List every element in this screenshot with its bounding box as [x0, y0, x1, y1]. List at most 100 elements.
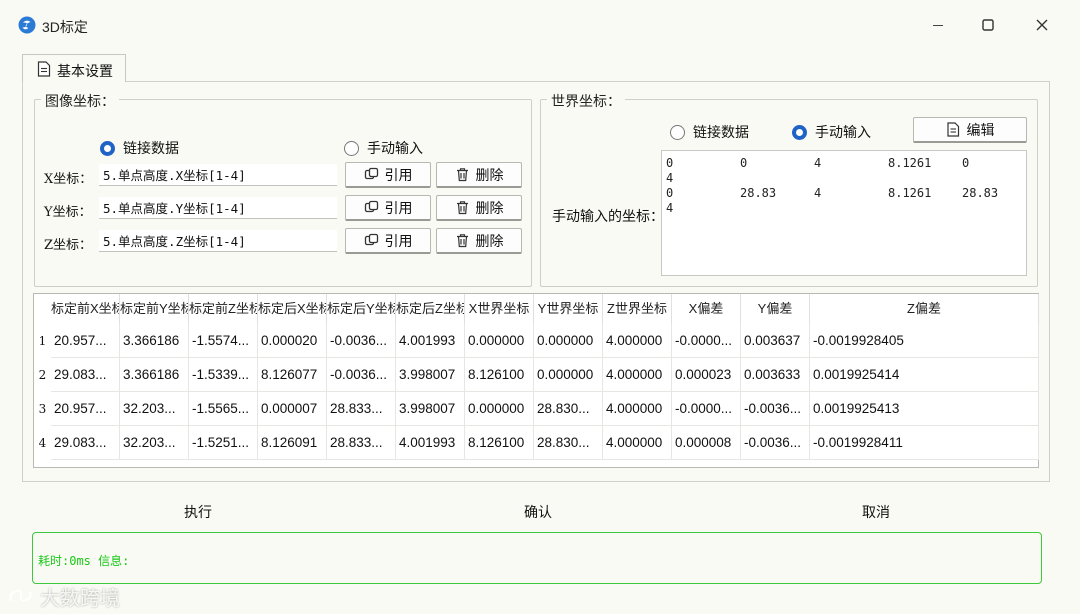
watermark-text: 大数跨境 — [40, 588, 120, 610]
row-header[interactable]: 1 — [34, 324, 51, 358]
results-table[interactable]: 标定前X坐标 标定前Y坐标 标定前Z坐标 标定后X坐标 标定后Y坐标 标定后Z坐标 X世界坐… — [33, 293, 1039, 468]
column-header[interactable]: 标定前Y坐标 — [120, 294, 189, 324]
table-cell[interactable]: 3.998007 — [396, 392, 465, 426]
confirm-button[interactable]: 确认 — [524, 502, 552, 522]
table-cell[interactable]: 4.000000 — [603, 426, 672, 460]
column-header[interactable]: Z世界坐标 — [603, 294, 672, 324]
copy-link-icon — [364, 200, 378, 213]
y-delete-button[interactable]: 删除 — [436, 195, 522, 221]
radio-label: 手动输入 — [367, 140, 423, 156]
table-cell[interactable]: -0.0036... — [327, 324, 396, 358]
table-cell[interactable]: 28.830... — [534, 392, 603, 426]
column-header[interactable]: 标定前X坐标 — [51, 294, 120, 324]
row-header[interactable]: 3 — [34, 392, 51, 426]
table-cell[interactable]: 3.998007 — [396, 358, 465, 392]
table-cell[interactable]: -1.5251... — [189, 426, 258, 460]
x-ref-button[interactable]: 引用 — [345, 162, 431, 188]
table-cell[interactable]: 8.126100 — [465, 358, 534, 392]
table-cell[interactable]: 8.126100 — [465, 426, 534, 460]
x-delete-button[interactable]: 删除 — [436, 162, 522, 188]
image-radio-link[interactable]: 链接数据 — [100, 138, 179, 158]
table-cell[interactable]: 3.366186 — [120, 358, 189, 392]
manual-coords-label: 手动输入的坐标： — [552, 208, 664, 224]
table-cell[interactable]: -1.5565... — [189, 392, 258, 426]
table-cell[interactable]: 4.000000 — [603, 324, 672, 358]
table-cell[interactable]: -0.0019928405 — [810, 324, 1039, 358]
table-cell[interactable]: 0.0019925413 — [810, 392, 1039, 426]
z-delete-button[interactable]: 删除 — [436, 228, 522, 254]
table-cell[interactable]: -0.0000... — [672, 324, 741, 358]
table-cell[interactable]: -0.0036... — [741, 426, 810, 460]
close-button[interactable] — [1022, 10, 1062, 40]
x-coord-label: X坐标： — [44, 172, 93, 187]
table-cell[interactable]: 29.083... — [51, 358, 120, 392]
minimize-button[interactable] — [918, 10, 958, 40]
table-cell[interactable]: 0.003637 — [741, 324, 810, 358]
y-coord-input[interactable] — [99, 197, 337, 219]
y-ref-button[interactable]: 引用 — [345, 195, 431, 221]
table-cell[interactable]: 4.000000 — [603, 358, 672, 392]
edit-button[interactable]: 编辑 — [913, 117, 1027, 143]
table-cell[interactable]: 28.833... — [327, 426, 396, 460]
column-header[interactable]: 标定后Y坐标 — [327, 294, 396, 324]
manual-coords-textarea[interactable]: 0 0 4 8.1261 0 4 0 28.83 4 8.1261 28.83 … — [661, 150, 1027, 276]
tab-basic-settings[interactable]: 基本设置 — [22, 54, 126, 82]
table-cell[interactable]: 0.000000 — [534, 324, 603, 358]
z-coord-label: Z坐标： — [44, 238, 93, 253]
column-header[interactable]: Y偏差 — [741, 294, 810, 324]
table-cell[interactable]: 0.000023 — [672, 358, 741, 392]
column-header[interactable]: X偏差 — [672, 294, 741, 324]
maximize-button[interactable] — [968, 10, 1008, 40]
table-cell[interactable]: 20.957... — [51, 392, 120, 426]
table-cell[interactable]: 8.126091 — [258, 426, 327, 460]
x-coord-input[interactable] — [99, 164, 337, 186]
table-cell[interactable]: 29.083... — [51, 426, 120, 460]
table-cell[interactable]: 4.001993 — [396, 324, 465, 358]
column-header[interactable]: 标定前Z坐标 — [189, 294, 258, 324]
table-cell[interactable]: 0.000000 — [465, 324, 534, 358]
table-cell[interactable]: 32.203... — [120, 426, 189, 460]
table-cell[interactable]: 0.000000 — [465, 392, 534, 426]
table-cell[interactable]: 0.0019925414 — [810, 358, 1039, 392]
table-cell[interactable]: 3.366186 — [120, 324, 189, 358]
world-radio-link[interactable]: 链接数据 — [670, 122, 749, 142]
column-header[interactable]: 标定后X坐标 — [258, 294, 327, 324]
table-cell[interactable]: 4.000000 — [603, 392, 672, 426]
column-header[interactable]: X世界坐标 — [465, 294, 534, 324]
table-cell[interactable]: -1.5339... — [189, 358, 258, 392]
manual-cell: 28.83 — [740, 186, 777, 200]
column-header[interactable]: Z偏差 — [810, 294, 1039, 324]
table-cell[interactable]: 8.126077 — [258, 358, 327, 392]
table-cell[interactable]: -0.0000... — [672, 392, 741, 426]
title-bar: 3D标定 — [0, 0, 1080, 50]
radio-label: 链接数据 — [123, 140, 179, 156]
table-cell[interactable]: -0.0036... — [327, 358, 396, 392]
z-coord-input[interactable] — [99, 230, 337, 252]
run-button[interactable]: 执行 — [184, 502, 212, 522]
column-header[interactable]: Y世界坐标 — [534, 294, 603, 324]
table-cell[interactable]: -1.5574... — [189, 324, 258, 358]
column-header[interactable]: 标定后Z坐标 — [396, 294, 465, 324]
table-cell[interactable]: 28.830... — [534, 426, 603, 460]
manual-cell: 28.83 — [962, 186, 999, 200]
row-header[interactable]: 4 — [34, 426, 51, 460]
table-cell[interactable]: 4.001993 — [396, 426, 465, 460]
table-cell[interactable]: 28.833... — [327, 392, 396, 426]
table-cell[interactable]: 0.000020 — [258, 324, 327, 358]
image-radio-manual[interactable]: 手动输入 — [344, 138, 423, 158]
table-cell[interactable]: 32.203... — [120, 392, 189, 426]
cancel-button[interactable]: 取消 — [862, 502, 890, 522]
table-cell[interactable]: -0.0036... — [741, 392, 810, 426]
table-cell[interactable]: 0.000000 — [534, 358, 603, 392]
table-cell[interactable]: 0.003633 — [741, 358, 810, 392]
world-radio-manual[interactable]: 手动输入 — [792, 122, 871, 142]
table-cell[interactable]: 20.957... — [51, 324, 120, 358]
window-title: 3D标定 — [42, 19, 88, 35]
table-cell[interactable]: -0.0019928411 — [810, 426, 1039, 460]
manual-cell: 0 — [666, 156, 674, 170]
table-cell[interactable]: 0.000007 — [258, 392, 327, 426]
row-header[interactable]: 2 — [34, 358, 51, 392]
table-cell[interactable]: 0.000008 — [672, 426, 741, 460]
z-ref-button[interactable]: 引用 — [345, 228, 431, 254]
manual-cell: 8.1261 — [888, 186, 932, 200]
